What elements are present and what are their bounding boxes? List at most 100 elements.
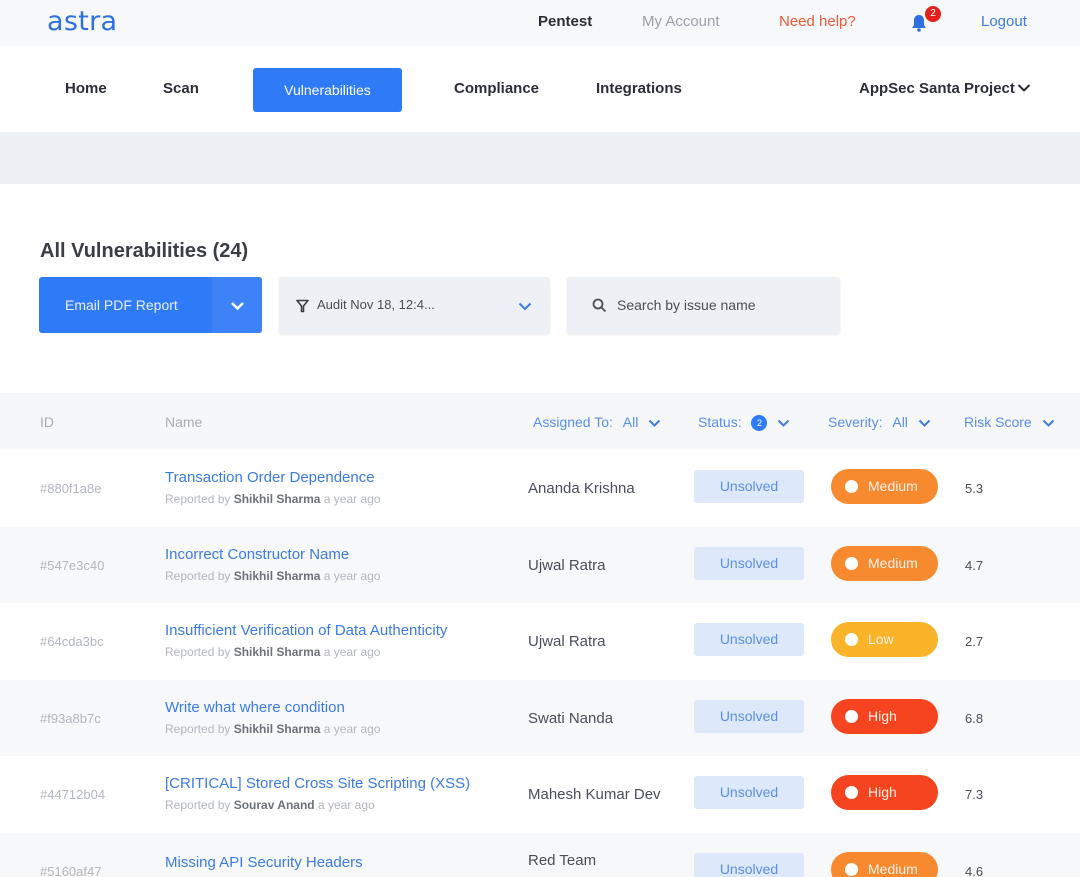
severity-badge[interactable]: Medium — [831, 546, 938, 581]
severity-label: Medium — [868, 852, 918, 877]
table-row[interactable]: #44712b04 [CRITICAL] Stored Cross Site Sc… — [0, 756, 1080, 832]
severity-dot-icon — [845, 786, 858, 799]
reported-by: Reported by Sourav Anand a year ago — [165, 798, 375, 812]
logout-link[interactable]: Logout — [981, 13, 1027, 30]
severity-label: Medium — [868, 469, 918, 504]
nav-vulnerabilities[interactable]: Vulnerabilities — [253, 68, 402, 112]
vulnerability-title-link[interactable]: Insufficient Verification of Data Authen… — [165, 622, 447, 639]
risk-score: 2.7 — [965, 634, 983, 649]
table-header: ID Name Assigned To: All Status: 2 Sever… — [0, 393, 1080, 450]
reported-by-label: Reported by — [165, 722, 230, 736]
nav-home[interactable]: Home — [65, 80, 107, 97]
banner-band — [0, 132, 1080, 184]
severity-label: Severity: — [828, 414, 882, 430]
email-pdf-report-button[interactable]: Email PDF Report — [39, 277, 262, 333]
status-badge[interactable]: Unsolved — [694, 547, 804, 580]
vulnerability-title-link[interactable]: Write what where condition — [165, 699, 345, 716]
table-row[interactable]: #f93a8b7c Write what where condition Repor… — [0, 680, 1080, 756]
column-header-id: ID — [40, 414, 54, 430]
vulnerability-id: #f93a8b7c — [40, 711, 101, 726]
nav-compliance[interactable]: Compliance — [454, 80, 539, 97]
severity-badge[interactable]: Medium — [831, 852, 938, 877]
severity-dot-icon — [845, 633, 858, 646]
reported-by-label: Reported by — [165, 798, 230, 812]
chevron-down-icon — [777, 419, 790, 428]
severity-value: All — [892, 414, 908, 430]
severity-label: Low — [868, 622, 894, 657]
severity-badge[interactable]: Low — [831, 622, 938, 657]
reporter-name: Shikhil Sharma — [234, 569, 321, 583]
severity-badge[interactable]: Medium — [831, 469, 938, 504]
search-input[interactable] — [617, 294, 827, 316]
vulnerability-title-link[interactable]: Missing API Security Headers — [165, 854, 363, 871]
audit-filter-value: Audit Nov 18, 12:4... — [317, 297, 435, 312]
table-row[interactable]: #64cda3bcInsufficient Verification of Da… — [0, 603, 1080, 679]
assignee[interactable]: Red Team — [528, 852, 596, 869]
pentest-link[interactable]: Pentest — [538, 13, 592, 30]
email-report-dropdown-toggle[interactable] — [212, 277, 262, 333]
reported-by-label: Reported by — [165, 645, 230, 659]
reported-time: a year ago — [324, 492, 381, 506]
assignee[interactable]: Mahesh Kumar Dev — [528, 786, 661, 803]
table-row[interactable]: #547e3c40 Incorrect Constructor Name Repor… — [0, 527, 1080, 603]
project-selector[interactable]: AppSec Santa Project — [859, 80, 1015, 97]
astra-logo[interactable]: astra — [47, 6, 117, 37]
reported-time: a year ago — [324, 722, 381, 736]
status-badge[interactable]: Unsolved — [694, 853, 804, 877]
status-filter[interactable]: Status: 2 — [698, 414, 790, 431]
status-badge[interactable]: Unsolved — [694, 470, 804, 503]
vulnerability-id: #44712b04 — [40, 787, 105, 802]
risk-score: 5.3 — [965, 481, 983, 496]
reported-by: Reported by Shikhil Sharma a year ago — [165, 645, 380, 659]
reported-by: Reported by Shikhil Sharma a year ago — [165, 492, 380, 506]
need-help-link[interactable]: Need help? — [779, 13, 856, 30]
main-nav: Home Scan Vulnerabilities Compliance Int… — [0, 46, 1080, 132]
assignee[interactable]: Ujwal Ratra — [528, 557, 606, 574]
risk-score: 7.3 — [965, 787, 983, 802]
status-badge[interactable]: Unsolved — [694, 623, 804, 656]
severity-label: Medium — [868, 546, 918, 581]
risk-score-sort[interactable]: Risk Score — [964, 414, 1055, 430]
status-filter-count: 2 — [751, 415, 767, 431]
status-badge[interactable]: Unsolved — [694, 776, 804, 809]
reporter-name: Shikhil Sharma — [234, 645, 321, 659]
assignee[interactable]: Ananda Krishna — [528, 480, 635, 497]
page-title: All Vulnerabilities (24) — [40, 240, 248, 263]
reporter-name: Sourav Anand — [234, 798, 315, 812]
severity-badge[interactable]: High — [831, 775, 938, 810]
severity-dot-icon — [845, 557, 858, 570]
chevron-down-icon — [1042, 419, 1055, 428]
nav-integrations[interactable]: Integrations — [596, 80, 682, 97]
nav-scan[interactable]: Scan — [163, 80, 199, 97]
vulnerability-id: #547e3c40 — [40, 558, 104, 573]
vulnerability-title-link[interactable]: Incorrect Constructor Name — [165, 546, 349, 563]
severity-filter[interactable]: Severity: All — [828, 414, 931, 430]
severity-dot-icon — [845, 710, 858, 723]
severity-badge[interactable]: High — [831, 699, 938, 734]
chevron-down-icon[interactable] — [1017, 83, 1031, 93]
filter-icon — [296, 299, 309, 313]
table-row[interactable]: #880f1a8eTransaction Order DependenceRep… — [0, 450, 1080, 526]
top-bar: astra Pentest My Account Need help? 2 Lo… — [0, 0, 1080, 46]
chevron-down-icon — [230, 301, 245, 311]
severity-label: High — [868, 775, 897, 810]
table-row[interactable]: #5160af47Missing API Security HeadersRed… — [0, 833, 1080, 877]
assignee[interactable]: Swati Nanda — [528, 710, 613, 727]
assignee[interactable]: Ujwal Ratra — [528, 633, 606, 650]
reported-by: Reported by Shikhil Sharma a year ago — [165, 569, 380, 583]
vulnerability-title-link[interactable]: [CRITICAL] Stored Cross Site Scripting (… — [165, 775, 470, 792]
status-badge[interactable]: Unsolved — [694, 700, 804, 733]
search-box — [567, 277, 840, 334]
notification-badge: 2 — [925, 6, 941, 22]
vulnerability-title-link[interactable]: Transaction Order Dependence — [165, 469, 375, 486]
my-account-link[interactable]: My Account — [642, 13, 720, 30]
email-pdf-report-label: Email PDF Report — [65, 297, 178, 313]
assigned-to-filter[interactable]: Assigned To: All — [533, 414, 661, 430]
risk-score-label: Risk Score — [964, 414, 1032, 430]
audit-filter-select[interactable]: Audit Nov 18, 12:4... — [279, 277, 550, 334]
chevron-down-icon — [918, 419, 931, 428]
chevron-down-icon — [518, 302, 532, 311]
assigned-to-value: All — [623, 414, 639, 430]
reported-time: a year ago — [324, 645, 381, 659]
search-icon — [592, 298, 607, 313]
